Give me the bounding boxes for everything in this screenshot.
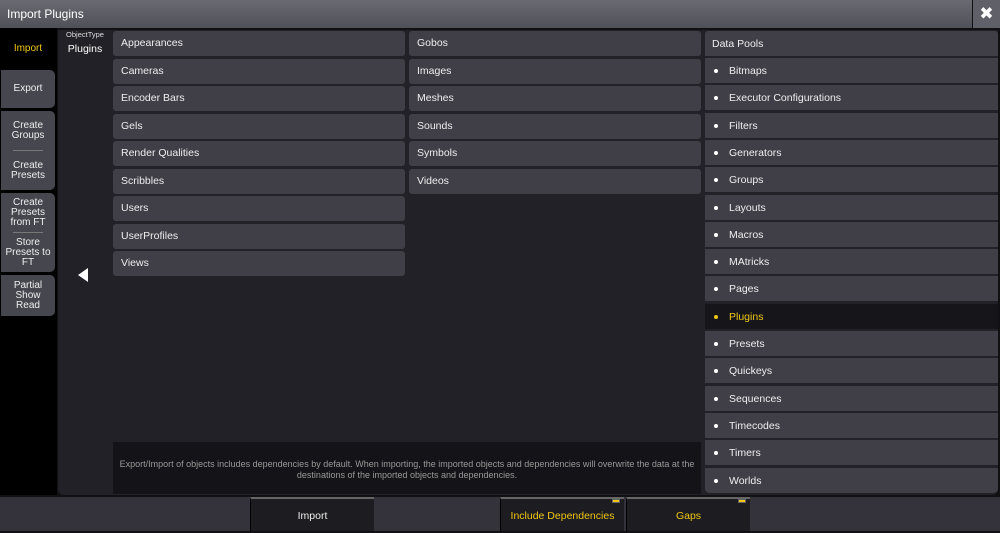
data-pool-item[interactable]: Plugins [705, 303, 998, 330]
bullet-icon [714, 205, 718, 210]
data-pool-item[interactable]: Presets [705, 331, 998, 357]
bullet-icon [714, 150, 718, 155]
close-icon[interactable]: ✖ [973, 0, 1000, 28]
object-item[interactable]: Cameras [113, 58, 405, 84]
object-item[interactable]: Users [113, 196, 405, 221]
bullet-icon [714, 369, 718, 374]
data-pool-item[interactable]: Layouts [705, 194, 998, 221]
data-pool-item[interactable]: Pages [705, 276, 998, 303]
data-pool-label: Bitmaps [729, 65, 767, 77]
object-type-value[interactable]: Plugins [62, 43, 108, 55]
data-pool-item[interactable]: Macros [705, 221, 998, 248]
data-pool-item[interactable]: Timecodes [705, 412, 998, 439]
data-pool-label: Pages [729, 283, 759, 296]
data-pool-item[interactable]: Worlds [705, 467, 998, 494]
bullet-icon [714, 260, 718, 265]
bullet-icon [714, 178, 718, 183]
bullet-icon [714, 123, 718, 128]
bullet-icon [714, 451, 718, 456]
data-pool-item[interactable]: MAtricks [705, 249, 998, 276]
object-type-label: ObjectType [66, 30, 104, 39]
data-pool-label: Filters [729, 119, 758, 132]
info-text: Export/Import of objects includes depend… [113, 442, 701, 494]
data-pool-label: MAtricks [729, 256, 770, 269]
bullet-icon [714, 287, 718, 292]
bullet-icon [714, 69, 718, 73]
data-pool-item[interactable]: Filters [705, 112, 998, 139]
data-pool-label: Generators [729, 146, 782, 159]
sidebar-create-presets[interactable]: Create Presets [1, 151, 55, 190]
bullet-icon [714, 423, 718, 428]
data-pool-label: Timers [729, 447, 761, 460]
object-item[interactable]: Views [113, 251, 405, 276]
sidebar: Import Export Create Groups Create Prese… [0, 28, 57, 495]
object-item[interactable]: Gels [113, 113, 405, 139]
data-pool-item[interactable]: Generators [705, 139, 998, 166]
include-dependencies-label: Include Dependencies [510, 510, 615, 522]
data-pool-item[interactable]: Timers [705, 440, 998, 467]
window-title: Import Plugins [0, 0, 972, 28]
object-item[interactable]: Meshes [409, 86, 701, 111]
bullet-icon [714, 342, 718, 346]
bullet-icon [714, 396, 718, 401]
object-item[interactable]: Videos [409, 168, 701, 194]
import-button[interactable]: Import [250, 497, 374, 531]
data-pools-header: Data Pools [705, 31, 998, 57]
gaps-toggle[interactable]: Gaps [626, 497, 750, 531]
sidebar-export[interactable]: Export [1, 70, 55, 108]
include-dependencies-toggle[interactable]: Include Dependencies [500, 497, 624, 531]
data-pool-item[interactable]: Groups [705, 167, 998, 194]
data-pool-item[interactable]: Quickeys [705, 358, 998, 385]
collapse-arrow-icon[interactable] [78, 268, 88, 282]
data-pool-label: Layouts [729, 201, 766, 214]
data-pool-label: Plugins [729, 310, 764, 323]
object-item[interactable]: Symbols [409, 141, 701, 166]
toggle-indicator-icon [738, 499, 746, 503]
toggle-indicator-icon [612, 499, 620, 503]
sidebar-group-ft: Create Presets from FT Store Presets to … [1, 193, 55, 272]
object-item[interactable]: UserProfiles [113, 223, 405, 249]
data-pool-label: Macros [729, 228, 764, 241]
object-item[interactable]: Scribbles [113, 168, 405, 194]
data-pool-item[interactable]: Bitmaps [705, 58, 998, 84]
bullet-icon [714, 232, 718, 237]
object-item[interactable]: Gobos [409, 31, 701, 56]
data-pool-label: Worlds [729, 474, 762, 487]
object-item[interactable]: Render Qualities [113, 141, 405, 166]
data-pool-label: Groups [729, 174, 764, 187]
sidebar-create-presets-from-ft[interactable]: Create Presets from FT [1, 193, 55, 232]
object-item[interactable]: Images [409, 58, 701, 84]
data-pool-label: Presets [729, 338, 765, 350]
sidebar-partial-show-read[interactable]: Partial Show Read [1, 275, 55, 316]
data-pool-label: Executor Configurations [729, 92, 842, 105]
data-pool-label: Quickeys [729, 365, 773, 378]
object-item[interactable]: Appearances [113, 31, 405, 56]
gaps-label: Gaps [675, 510, 702, 522]
data-pool-item[interactable]: Sequences [705, 385, 998, 412]
bullet-icon [714, 314, 718, 319]
data-pool-label: Timecodes [729, 419, 780, 432]
bullet-icon [714, 96, 718, 101]
bullet-icon [714, 478, 718, 483]
sidebar-create-groups[interactable]: Create Groups [1, 111, 55, 150]
sidebar-store-presets-to-ft[interactable]: Store Presets to FT [1, 233, 55, 272]
data-pool-item[interactable]: Executor Configurations [705, 85, 998, 112]
object-item[interactable]: Sounds [409, 113, 701, 139]
object-item[interactable]: Encoder Bars [113, 86, 405, 111]
sidebar-group-create: Create Groups Create Presets [1, 111, 55, 190]
data-pool-label: Sequences [729, 392, 782, 405]
sidebar-import[interactable]: Import [1, 30, 55, 68]
